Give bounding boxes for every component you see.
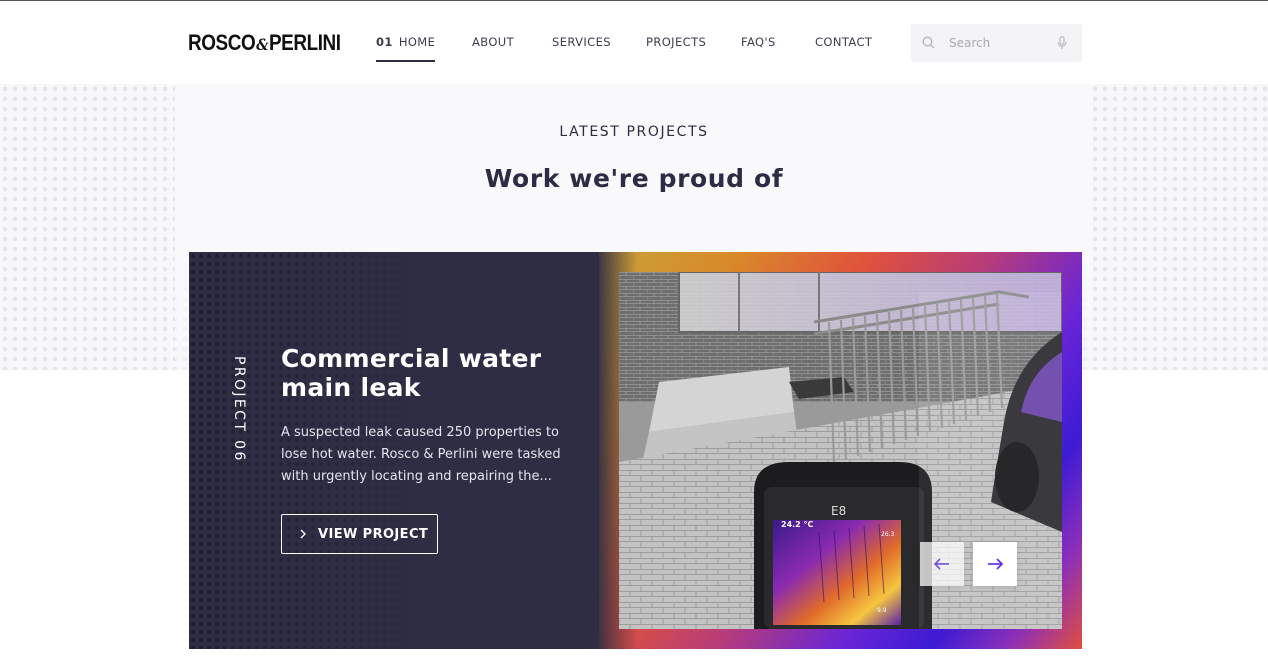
next-project-button[interactable] [973,542,1017,586]
section-eyebrow: LATEST PROJECTS [559,124,709,140]
view-project-label: VIEW PROJECT [318,527,429,542]
nav-item-about[interactable]: ABOUT [472,35,514,49]
nav-item-home[interactable]: 01 HOME [376,35,436,62]
project-image-frame: E8 24.2 °C 26.3 9.9 [599,252,1082,649]
thermal-scale-top: 26.3 [881,531,895,538]
logo-ampersand: & [256,35,269,54]
project-info-panel: PROJECT 06 Commercial water main leak A … [189,252,599,649]
search-icon [922,36,935,49]
nav-item-services[interactable]: SERVICES [552,35,611,49]
nav-item-contact[interactable]: CONTACT [815,35,872,49]
search-box[interactable] [911,24,1082,62]
nav-faqs-label: FAQ'S [741,35,776,49]
site-header: ROSCO&PERLINI 01 HOME ABOUT SERVICES PROJ… [0,0,1268,84]
arrow-left-icon [933,558,949,570]
nav-item-faqs[interactable]: FAQ'S [741,35,776,49]
nav-home-label: HOME [398,35,436,49]
nav-home-number: 01 [376,35,393,49]
logo-text-rosco: ROSCO [188,30,256,55]
nav-about-label: ABOUT [472,35,515,49]
thermal-reading: 24.2 °C [781,520,814,529]
search-input[interactable] [949,33,1049,53]
view-project-button[interactable]: VIEW PROJECT [281,514,438,554]
project-title: Commercial water main leak [281,344,542,402]
project-card: PROJECT 06 Commercial water main leak A … [189,252,1082,649]
microphone-icon[interactable] [1057,36,1067,50]
camera-model-label: E8 [831,504,846,518]
project-description: A suspected leak caused 250 properties t… [281,425,561,484]
previous-project-button[interactable] [920,542,964,586]
project-number: PROJECT 06 [231,356,247,463]
section-headline: Work we're proud of [484,164,784,193]
logo[interactable]: ROSCO&PERLINI [188,30,341,56]
arrow-right-icon [988,558,1004,570]
nav-contact-label: CONTACT [815,35,873,49]
nav-item-projects[interactable]: PROJECTS [646,35,706,49]
thermal-scale-bottom: 9.9 [877,607,887,614]
nav-projects-label: PROJECTS [646,35,707,49]
chevron-right-icon [300,529,306,539]
logo-text-perlini: PERLINI [268,30,341,55]
nav-services-label: SERVICES [552,35,611,49]
